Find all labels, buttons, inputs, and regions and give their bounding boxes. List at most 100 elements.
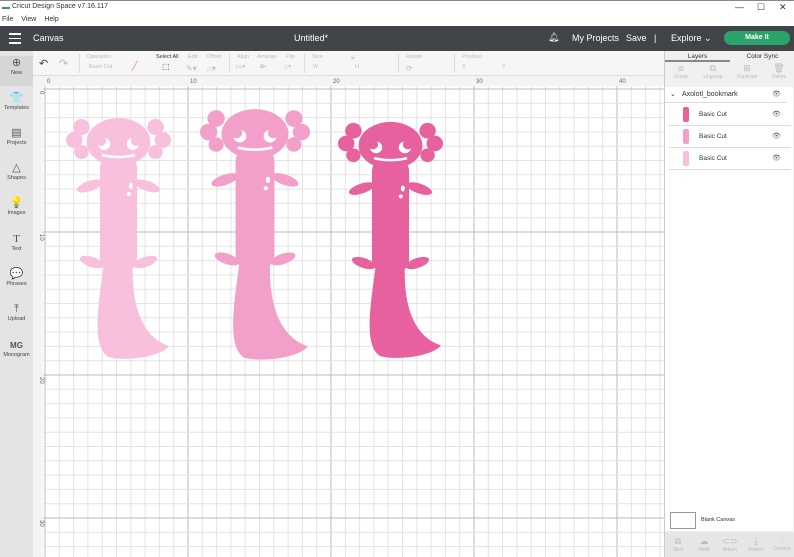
edit-button[interactable]: ✎▾ — [186, 64, 197, 73]
menu-help[interactable]: Help — [44, 16, 58, 23]
axolotl-mid[interactable] — [198, 107, 312, 361]
divider — [304, 54, 305, 73]
action-label: Group — [674, 74, 688, 80]
duplicate-icon: ⊞ — [743, 63, 751, 73]
app-header: Canvas Untitled* 🔔︎ My Projects Save | E… — [0, 26, 794, 51]
offset-button[interactable]: ⌂▾ — [207, 64, 216, 73]
sidebar-item-images[interactable]: 💡 Images — [0, 197, 33, 216]
sidebar-item-monogram[interactable]: MG Monogram — [0, 339, 33, 358]
action-label: Attach — [722, 547, 738, 553]
layer-row[interactable]: Basic Cut 👁︎ — [669, 126, 791, 148]
sidebar-item-new[interactable]: ⊕ New — [0, 56, 33, 86]
save-button[interactable]: Save — [626, 33, 647, 43]
bottom-actions: ⧉ Slice ☁︎ Weld ⊂⊃ Attach ⤓ Flatten ◌ Contour — [665, 532, 794, 557]
axolotl-hot[interactable] — [336, 120, 445, 360]
width-field[interactable]: W — [313, 64, 318, 70]
divider — [454, 54, 455, 73]
menu-bar: File View Help — [0, 13, 794, 26]
notification-bell-icon[interactable]: 🔔︎ — [548, 32, 559, 43]
operation-select[interactable]: Basic Cut — [89, 64, 113, 70]
sidebar-item-upload[interactable]: ⤒ Upload — [0, 303, 33, 322]
sidebar-label: Projects — [6, 140, 27, 146]
explore-menu[interactable]: Explore — [671, 33, 702, 43]
layer-group-row[interactable]: ⌄ Axolotl_bookmark 👁︎ — [665, 87, 787, 103]
design-canvas[interactable]: 0 10 20 30 40 0 10 20 30 — [33, 76, 664, 557]
divider — [79, 54, 80, 73]
menu-file[interactable]: File — [2, 16, 13, 23]
projects-icon: ▤ — [11, 127, 22, 139]
eye-icon[interactable]: 👁︎ — [772, 154, 781, 162]
tab-layers[interactable]: Layers — [665, 51, 730, 62]
sidebar-item-projects[interactable]: ▤ Projects — [0, 127, 33, 146]
group-button[interactable]: ⧈ Group — [665, 63, 697, 80]
layer-name: Basic Cut — [699, 111, 727, 118]
rotate-field[interactable]: ⟳ — [406, 64, 413, 73]
sidebar-label: Templates — [3, 105, 30, 111]
eye-icon[interactable]: 👁︎ — [772, 110, 781, 118]
layer-row[interactable]: Basic Cut 👁︎ — [669, 104, 791, 126]
layer-row[interactable]: Basic Cut 👁︎ — [669, 148, 791, 170]
sidebar-label: Shapes — [7, 175, 26, 181]
trash-icon: 🗑︎ — [773, 63, 785, 73]
sidebar-item-shapes[interactable]: △ Shapes — [0, 162, 33, 181]
flatten-button[interactable]: ⤓ Flatten — [743, 536, 769, 553]
attach-button[interactable]: ⊂⊃ Attach — [717, 536, 743, 553]
ungroup-button[interactable]: ⧉ Ungroup — [697, 63, 729, 80]
close-button[interactable]: ✕ — [779, 2, 787, 13]
chevron-down-icon[interactable]: ⌄ — [704, 33, 712, 44]
chevron-down-icon[interactable]: ⌄ — [670, 90, 676, 98]
x-field[interactable]: X — [462, 64, 466, 70]
eye-icon[interactable]: 👁︎ — [772, 132, 781, 140]
action-label: Duplicate — [736, 74, 758, 80]
sidebar-label: Text — [11, 246, 22, 252]
tab-color-sync[interactable]: Color Sync — [730, 51, 794, 62]
delete-button[interactable]: 🗑︎ Delete — [763, 63, 794, 80]
duplicate-button[interactable]: ⊞ Duplicate — [731, 63, 763, 80]
action-label: Delete — [771, 74, 787, 80]
group-icon: ⧈ — [678, 63, 684, 73]
layers-panel: Layers Color Sync ⧈ Group ⧉ Ungroup ⊞ Dupli… — [664, 51, 794, 557]
contour-button[interactable]: ◌ Contour — [769, 536, 794, 552]
left-sidebar: ⊕ New 👕 Templates ▤ Projects △ Shapes 💡 Image… — [0, 51, 33, 557]
layer-name: Basic Cut — [699, 133, 727, 140]
action-label: Ungroup — [703, 74, 723, 80]
contour-icon: ◌ — [779, 536, 785, 546]
sidebar-item-phrases[interactable]: 💬 Phrases — [0, 268, 33, 287]
axolotl-light[interactable] — [64, 116, 173, 361]
select-all-button[interactable]: ⬚ — [162, 62, 170, 71]
eye-icon[interactable]: 👁︎ — [772, 90, 781, 98]
layer-thumbnail — [683, 107, 689, 122]
minimize-button[interactable]: — — [735, 2, 744, 12]
header-divider: | — [654, 33, 657, 43]
arrange-label: Arrange — [257, 54, 277, 60]
hamburger-menu-icon[interactable] — [9, 33, 21, 44]
section-title: Canvas — [33, 33, 64, 43]
y-field[interactable]: Y — [502, 64, 506, 70]
speech-bubble-icon: 💬 — [9, 268, 24, 280]
my-projects-link[interactable]: My Projects — [572, 33, 619, 43]
plus-circle-icon: ⊕ — [11, 57, 22, 69]
blank-canvas-swatch[interactable] — [670, 512, 696, 529]
action-label: Flatten — [748, 547, 764, 553]
weld-button[interactable]: ☁︎ Weld — [691, 536, 717, 553]
lock-icon[interactable]: 🔒︎ — [351, 54, 355, 62]
divider — [398, 54, 399, 73]
arrange-button[interactable]: ⧉▾ — [260, 64, 266, 71]
layers-list: ⌄ Axolotl_bookmark 👁︎ Basic Cut 👁︎ Basic … — [665, 87, 793, 531]
undo-icon[interactable]: ↶ — [39, 57, 48, 70]
redo-icon[interactable]: ↷ — [59, 57, 68, 70]
slice-button[interactable]: ⧉ Slice — [665, 536, 691, 553]
sidebar-label: Images — [7, 210, 26, 216]
align-button[interactable]: |▭▾ — [236, 64, 245, 70]
make-it-button[interactable]: Make It — [724, 31, 790, 45]
ungroup-icon: ⧉ — [709, 63, 717, 73]
maximize-button[interactable]: ☐ — [757, 2, 765, 13]
monogram-icon: MG — [10, 341, 23, 350]
sidebar-item-templates[interactable]: 👕 Templates — [0, 92, 33, 111]
action-label: Contour — [773, 546, 791, 552]
height-field[interactable]: H — [355, 64, 359, 70]
flip-button[interactable]: △▾ — [284, 64, 291, 70]
sidebar-item-text[interactable]: T Text — [0, 233, 33, 252]
weld-icon: ☁︎ — [699, 536, 709, 546]
menu-view[interactable]: View — [21, 16, 36, 23]
